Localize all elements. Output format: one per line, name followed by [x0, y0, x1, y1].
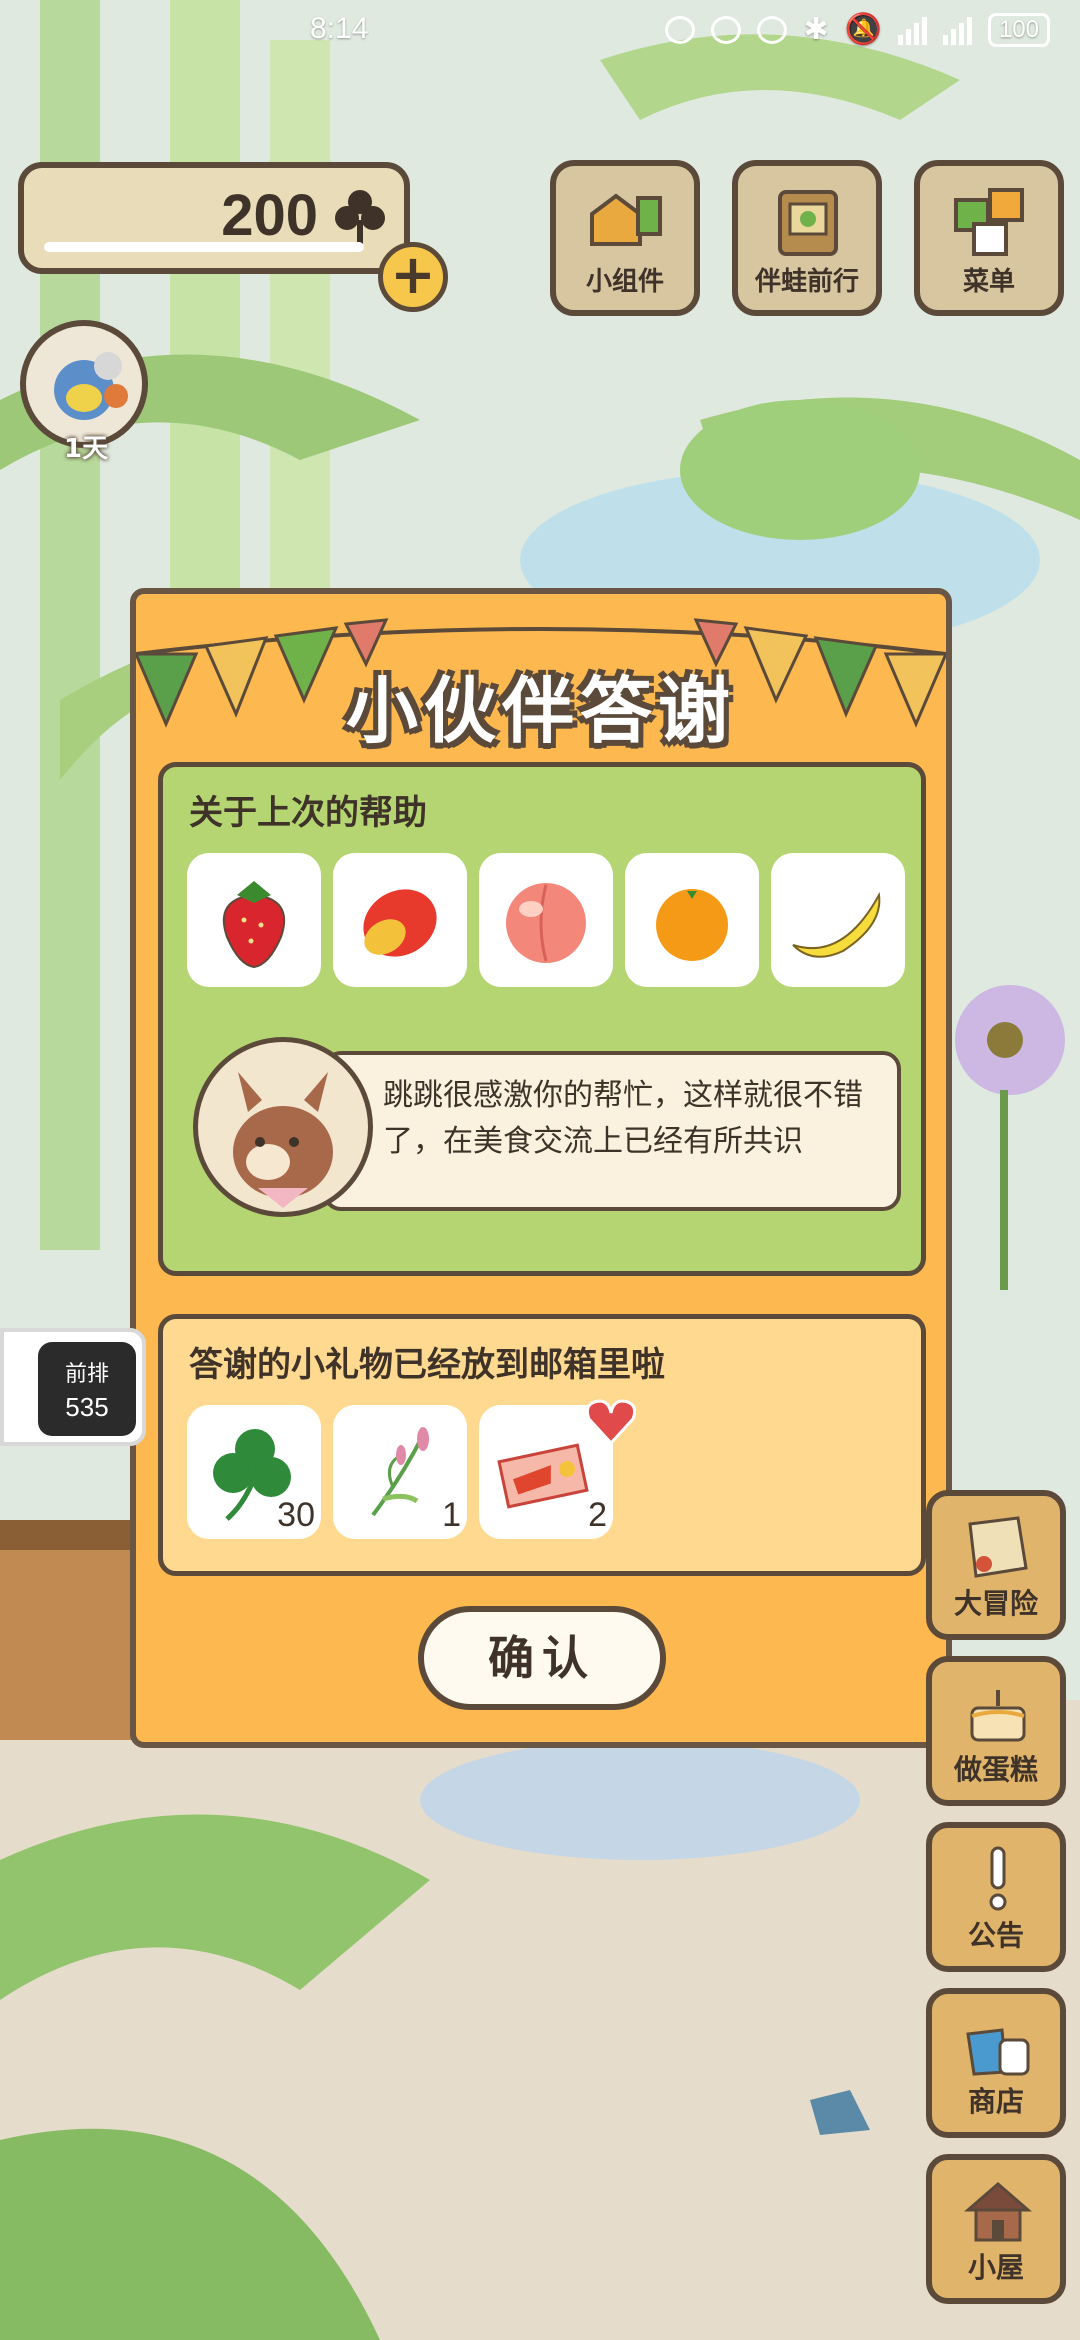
partner-thanks-dialog: 小伙伴答谢 关于上次的帮助 跳跳很感激你的帮忙，这样就很不错了，在美食交流上已经…: [130, 588, 952, 1748]
squirrel-portrait: [193, 1037, 373, 1217]
status-bar: 8:14 ✱ 🔕 100: [0, 0, 1080, 62]
map-icon: [968, 1516, 1028, 1578]
battery-icon: 100: [987, 12, 1050, 47]
rank-line2: 535: [65, 1392, 109, 1422]
widget-icon: [590, 193, 662, 246]
menu-button[interactable]: 菜单: [914, 160, 1064, 316]
confirm-button[interactable]: 确认: [418, 1606, 666, 1710]
bake-cake-label: 做蛋糕: [953, 1753, 1038, 1786]
widget-button[interactable]: 小组件: [550, 160, 700, 316]
signal-icon: [897, 15, 927, 45]
travel-with-frog-button[interactable]: 伴蛙前行: [732, 160, 882, 316]
gift-panel-label: 答谢的小礼物已经放到邮箱里啦: [189, 1345, 665, 1385]
bluetooth-icon: ✱: [803, 13, 829, 46]
travel-button-label: 伴蛙前行: [754, 267, 859, 297]
rank-badge-inner: 前排 535: [38, 1342, 136, 1436]
status-icons: ✱ 🔕 100: [665, 12, 1050, 47]
adventure-label: 大冒险: [953, 1587, 1038, 1620]
bake-cake-button[interactable]: 做蛋糕: [926, 1656, 1066, 1806]
widget-button-label: 小组件: [585, 267, 664, 297]
house-button[interactable]: 小屋: [926, 2154, 1066, 2304]
gift-panel: 答谢的小礼物已经放到邮箱里啦 30 1 2: [158, 1314, 926, 1576]
rank-badge[interactable]: 前排 535: [0, 1328, 146, 1446]
alarm-icon: [665, 15, 696, 44]
status-time: 8:14: [310, 12, 369, 45]
exclamation-icon: [989, 1846, 1007, 1911]
days-away-label: 1天: [64, 434, 109, 464]
house-label: 小屋: [967, 2251, 1024, 2284]
gift-items-row: 30 1 2: [187, 1405, 613, 1539]
signal-5g-icon: [942, 15, 972, 45]
nfc-icon: [757, 15, 788, 44]
clover-currency: 200: [18, 162, 410, 274]
banana-icon: [792, 891, 881, 958]
gift-clover: 30: [187, 1405, 321, 1539]
squirrel-icon: [233, 1072, 333, 1208]
adventure-button[interactable]: 大冒险: [926, 1490, 1066, 1640]
gift-count: 1: [442, 1496, 461, 1534]
cake-icon: [970, 1690, 1026, 1742]
gift-flower-sprig: 1: [333, 1405, 467, 1539]
frog-avatar-icon: [54, 352, 128, 420]
item-banana: [771, 853, 905, 987]
heart-badge-icon: [585, 1399, 637, 1446]
item-orange: [625, 853, 759, 987]
menu-button-label: 菜单: [962, 267, 1015, 297]
clover-count: 200: [221, 183, 318, 248]
gift-count: 2: [588, 1496, 607, 1534]
shop-button[interactable]: 商店: [926, 1988, 1066, 2138]
currency-underline: [44, 242, 364, 252]
house-icon: [963, 2182, 1033, 2242]
gift-count: 30: [277, 1496, 315, 1534]
help-panel-label: 关于上次的帮助: [189, 793, 427, 833]
add-clover-button[interactable]: +: [378, 242, 448, 312]
mute-icon: 🔕: [844, 13, 882, 46]
help-panel: 关于上次的帮助 跳跳很感激你的帮忙，这样就很不错了，在美食交流上已经有所共识: [158, 762, 926, 1276]
book-icon: [778, 190, 838, 256]
character-message-text: 跳跳很感激你的帮忙，这样就很不错了，在美食交流上已经有所共识: [383, 1078, 863, 1159]
shop-bags-icon: [966, 2028, 1030, 2076]
flower-sprig-icon: [371, 1427, 429, 1517]
peach-icon: [506, 883, 586, 963]
game-scene: 8:14 ✱ 🔕 100 200 + 小组件 伴蛙前行 菜单 1天 小伙伴答谢 …: [0, 0, 1080, 2340]
rank-line1: 前排: [64, 1361, 109, 1386]
item-peach: [479, 853, 613, 987]
shop-label: 商店: [967, 2085, 1024, 2118]
menu-icon: [954, 188, 1024, 256]
dialog-title: 小伙伴答谢: [345, 669, 736, 753]
delivered-items-row: [187, 853, 905, 987]
notice-label: 公告: [967, 1919, 1024, 1952]
clover-icon: [335, 190, 385, 244]
eye-icon: [711, 15, 742, 44]
item-strawberry: [187, 853, 321, 987]
character-message-bubble: 跳跳很感激你的帮忙，这样就很不错了，在美食交流上已经有所共识: [323, 1051, 901, 1211]
orange-icon: [656, 889, 728, 961]
item-mango: [333, 853, 467, 987]
strawberry-icon: [222, 881, 286, 969]
notice-button[interactable]: 公告: [926, 1822, 1066, 1972]
mango-icon: [363, 889, 437, 957]
